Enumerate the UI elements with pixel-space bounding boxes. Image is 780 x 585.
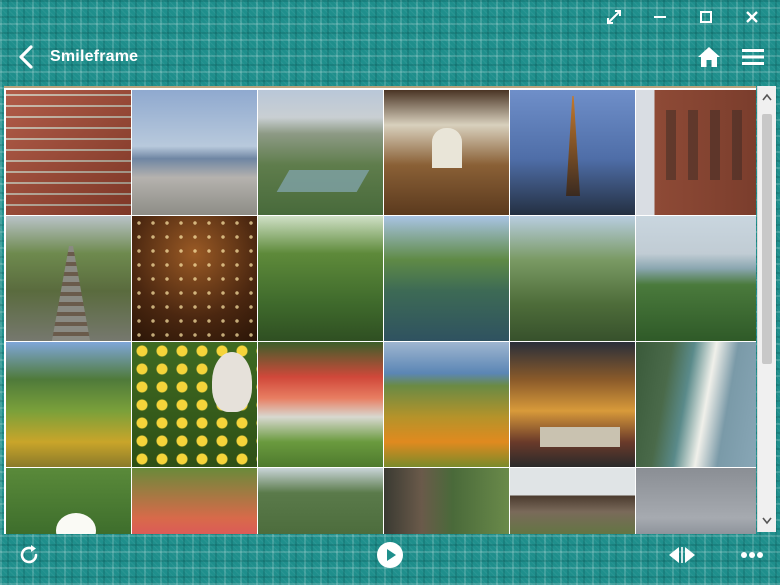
photo-thumbnail[interactable]: [510, 342, 635, 467]
photo-thumbnail[interactable]: [132, 216, 257, 341]
photo-thumbnail[interactable]: [636, 90, 756, 215]
photo-thumbnail[interactable]: [6, 342, 131, 467]
photo-thumbnail[interactable]: [132, 468, 257, 534]
maximize-button[interactable]: [690, 6, 722, 28]
fullscreen-icon: [607, 10, 621, 24]
photo-thumbnail[interactable]: [258, 468, 383, 534]
back-arrow-icon: [19, 45, 33, 69]
photo-thumbnail[interactable]: [384, 216, 509, 341]
window-light: [432, 128, 462, 168]
photo-thumbnail[interactable]: [636, 468, 756, 534]
photo-thumbnail[interactable]: [384, 468, 509, 534]
prev-next-icon: [669, 547, 695, 563]
brick-shading: [6, 90, 131, 215]
photo-thumbnail[interactable]: [132, 90, 257, 215]
refresh-icon: [20, 545, 38, 564]
prev-next-button[interactable]: [664, 540, 700, 570]
bottom-bar: [0, 540, 780, 580]
scroll-up-button[interactable]: [758, 88, 776, 106]
chevron-down-icon: [762, 517, 772, 525]
home-icon: [698, 47, 720, 67]
photo-thumbnail[interactable]: [510, 90, 635, 215]
photo-thumbnail[interactable]: [384, 342, 509, 467]
scroll-thumb[interactable]: [762, 114, 772, 364]
window-controls: [598, 6, 768, 28]
fullscreen-button[interactable]: [598, 6, 630, 28]
close-button[interactable]: [736, 6, 768, 28]
app-title: Smileframe: [50, 48, 139, 65]
menu-button[interactable]: [738, 42, 768, 72]
photo-thumbnail[interactable]: [636, 216, 756, 341]
lights: [132, 216, 257, 341]
minimize-icon: [654, 16, 666, 18]
title-bar: Smileframe: [0, 40, 780, 74]
photo-thumbnail[interactable]: [510, 468, 635, 534]
fort-moat: [276, 170, 370, 192]
photo-thumbnail[interactable]: [636, 342, 756, 467]
cafe-sign: [540, 427, 620, 447]
scroll-down-button[interactable]: [758, 512, 776, 530]
photo-gallery: [4, 86, 756, 534]
window-row: [666, 110, 746, 180]
rail-track: [51, 246, 91, 341]
vertical-scrollbar[interactable]: [757, 86, 776, 532]
rabbit-figure: [212, 352, 252, 412]
more-options-button[interactable]: [736, 540, 768, 570]
back-button[interactable]: [12, 43, 40, 71]
photo-thumbnail[interactable]: [258, 342, 383, 467]
photo-thumbnail[interactable]: [258, 90, 383, 215]
menu-icon: [742, 49, 764, 65]
chevron-up-icon: [762, 93, 772, 101]
photo-thumbnail[interactable]: [6, 468, 131, 534]
photo-thumbnail[interactable]: [132, 342, 257, 467]
home-button[interactable]: [694, 42, 724, 72]
photo-thumbnail[interactable]: [6, 216, 131, 341]
close-icon: [746, 11, 758, 23]
refresh-button[interactable]: [14, 540, 44, 570]
tower-silhouette: [566, 96, 580, 196]
maximize-icon: [700, 11, 712, 23]
photo-grid: [6, 90, 756, 534]
play-icon: [377, 542, 403, 568]
more-icon: [741, 552, 763, 558]
slideshow-play-button[interactable]: [374, 540, 406, 570]
photo-thumbnail[interactable]: [384, 90, 509, 215]
photo-thumbnail[interactable]: [258, 216, 383, 341]
photo-thumbnail[interactable]: [6, 90, 131, 215]
white-flower: [56, 513, 96, 534]
title-actions: [694, 42, 768, 72]
minimize-button[interactable]: [644, 6, 676, 28]
photo-thumbnail[interactable]: [510, 216, 635, 341]
